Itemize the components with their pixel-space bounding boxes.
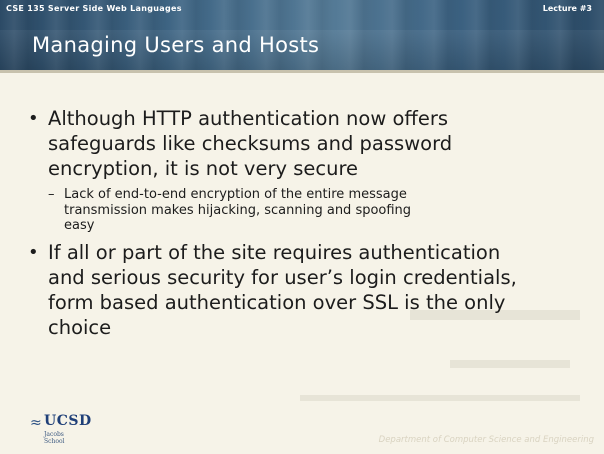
footer-department: Department of Computer Science and Engin… — [378, 435, 594, 445]
lecture-number: Lecture #3 — [542, 4, 592, 13]
bullet-item: • Although HTTP authentication now offer… — [26, 106, 586, 181]
slide: CSE 135 Server Side Web Languages Lectur… — [0, 0, 604, 454]
wave-icon: ≈ — [30, 415, 42, 431]
bullet-dot-icon: • — [28, 108, 39, 129]
slide-title: Managing Users and Hosts — [32, 33, 320, 57]
sub-bullet-item: – Lack of end-to-end encryption of the e… — [26, 187, 586, 234]
logo-subtext: Jacobs School — [44, 431, 65, 445]
slide-header: CSE 135 Server Side Web Languages Lectur… — [0, 0, 604, 70]
bullet-line: safeguards like checksums and password — [48, 132, 453, 155]
bullet-line: and serious security for user’s login cr… — [48, 265, 517, 289]
bullet-line: If all or part of the site requires auth… — [48, 240, 501, 264]
bullet-line: form based authentication over SSL is th… — [48, 290, 506, 314]
slide-content: • Although HTTP authentication now offer… — [26, 106, 586, 340]
sub-bullet-line: easy — [64, 218, 95, 233]
bullet-line: encryption, it is not very secure — [48, 157, 359, 180]
bullet-item: • If all or part of the site requires au… — [26, 240, 586, 340]
background-texture — [300, 395, 580, 401]
bullet-line: Although HTTP authentication now offers — [48, 107, 449, 130]
bullet-dot-icon: • — [28, 241, 39, 263]
sub-bullet-line: Lack of end-to-end encryption of the ent… — [64, 187, 407, 202]
header-divider — [0, 70, 604, 73]
bullet-line: choice — [48, 315, 112, 339]
logo-text: UCSD — [44, 413, 92, 429]
sub-bullet-dash-icon: – — [48, 187, 55, 202]
background-texture — [450, 360, 570, 368]
course-label: CSE 135 Server Side Web Languages — [6, 4, 182, 13]
sub-bullet-line: transmission makes hijacking, scanning a… — [64, 202, 412, 218]
